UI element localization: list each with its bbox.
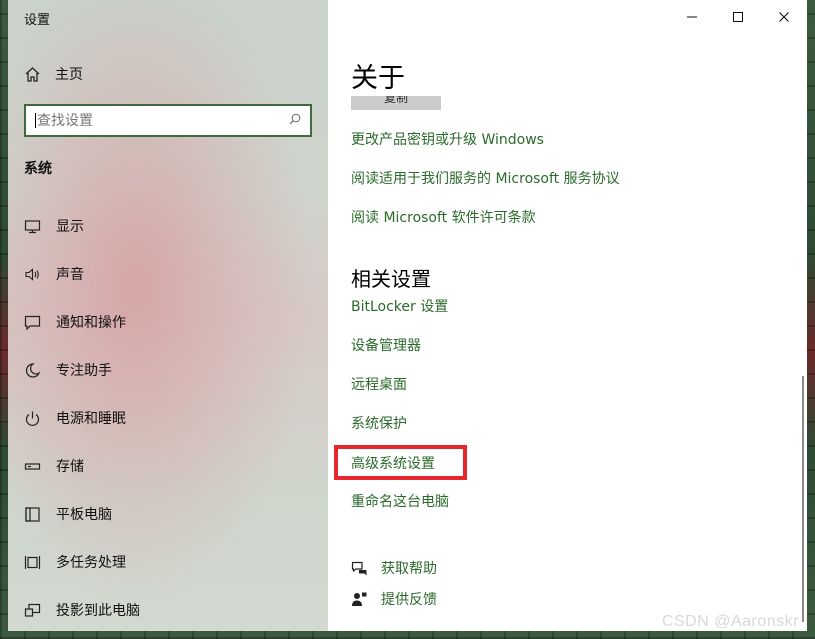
power-icon	[24, 410, 41, 427]
page-title: 关于	[351, 63, 405, 94]
help-chat-icon	[351, 560, 368, 577]
home-icon	[24, 66, 41, 83]
minimize-button[interactable]	[669, 0, 715, 34]
license-terms-link[interactable]: 阅读 Microsoft 软件许可条款	[351, 207, 536, 227]
storage-icon	[24, 458, 41, 475]
project-icon	[24, 602, 41, 619]
service-agreement-link[interactable]: 阅读适用于我们服务的 Microsoft 服务协议	[351, 168, 620, 188]
sidebar-item-focus-assist[interactable]: 专注助手	[8, 346, 328, 394]
sidebar-item-sound[interactable]: 声音	[8, 250, 328, 298]
sidebar-item-notifications[interactable]: 通知和操作	[8, 298, 328, 346]
search-input[interactable]	[36, 106, 284, 135]
sidebar-item-tablet[interactable]: 平板电脑	[8, 490, 328, 538]
sidebar-item-label: 电源和睡眠	[56, 411, 126, 427]
remote-desktop-link[interactable]: 远程桌面	[351, 374, 407, 394]
maximize-button[interactable]	[715, 0, 761, 34]
give-feedback-link[interactable]: 提供反馈	[351, 589, 437, 609]
sidebar-item-label: 投影到此电脑	[56, 603, 140, 619]
window-controls	[669, 0, 807, 34]
home-label: 主页	[55, 67, 83, 83]
rename-pc-link[interactable]: 重命名这台电脑	[351, 491, 449, 511]
sidebar-item-label: 通知和操作	[56, 315, 126, 331]
scrollbar[interactable]	[802, 376, 804, 622]
settings-window: 设置 主页 系统 显示	[8, 0, 807, 631]
sidebar-item-label: 多任务处理	[56, 555, 126, 571]
sidebar-item-project[interactable]: 投影到此电脑	[8, 586, 328, 631]
give-feedback-label: 提供反馈	[381, 592, 437, 608]
watermark: CSDN @Aaronskr	[661, 613, 799, 630]
highlight-box	[334, 445, 467, 480]
sidebar-item-display[interactable]: 显示	[8, 202, 328, 250]
notification-icon	[24, 314, 41, 331]
display-icon	[24, 218, 41, 235]
tablet-icon	[24, 506, 41, 523]
copy-button[interactable]: 复制	[351, 96, 441, 110]
related-settings-heading: 相关设置	[351, 267, 431, 291]
sidebar-item-storage[interactable]: 存储	[8, 442, 328, 490]
minimize-icon	[687, 16, 697, 18]
get-help-label: 获取帮助	[381, 561, 437, 577]
section-label: 系统	[24, 161, 52, 177]
multitask-icon	[24, 554, 41, 571]
sidebar-item-multitasking[interactable]: 多任务处理	[8, 538, 328, 586]
sidebar-item-label: 显示	[56, 219, 84, 235]
device-manager-link[interactable]: 设备管理器	[351, 335, 421, 355]
content-pane: 关于 复制 更改产品密钥或升级 Windows 阅读适用于我们服务的 Micro…	[328, 0, 807, 631]
sidebar-nav: 显示 声音 通知和操作 专注助手 电源和睡眠 存储 平板电脑 多任务处理 投影到…	[8, 202, 328, 631]
search-icon[interactable]	[284, 113, 306, 129]
feedback-icon	[351, 591, 368, 608]
system-protection-link[interactable]: 系统保护	[351, 413, 407, 433]
sidebar-item-label: 存储	[56, 459, 84, 475]
sidebar-item-label: 专注助手	[56, 363, 112, 379]
sidebar: 设置 主页 系统 显示	[8, 0, 328, 631]
home-nav-item[interactable]: 主页	[24, 62, 83, 86]
get-help-link[interactable]: 获取帮助	[351, 558, 437, 578]
moon-icon	[24, 362, 41, 379]
sidebar-item-label: 声音	[56, 267, 84, 283]
app-title: 设置	[24, 13, 51, 28]
bitlocker-settings-link[interactable]: BitLocker 设置	[351, 296, 448, 316]
close-button[interactable]	[761, 0, 807, 34]
maximize-icon	[733, 12, 743, 22]
sidebar-item-label: 平板电脑	[56, 507, 112, 523]
close-icon	[779, 12, 789, 22]
sound-icon	[24, 266, 41, 283]
sidebar-item-power-sleep[interactable]: 电源和睡眠	[8, 394, 328, 442]
change-product-key-link[interactable]: 更改产品密钥或升级 Windows	[351, 129, 544, 149]
search-box[interactable]	[24, 104, 312, 137]
